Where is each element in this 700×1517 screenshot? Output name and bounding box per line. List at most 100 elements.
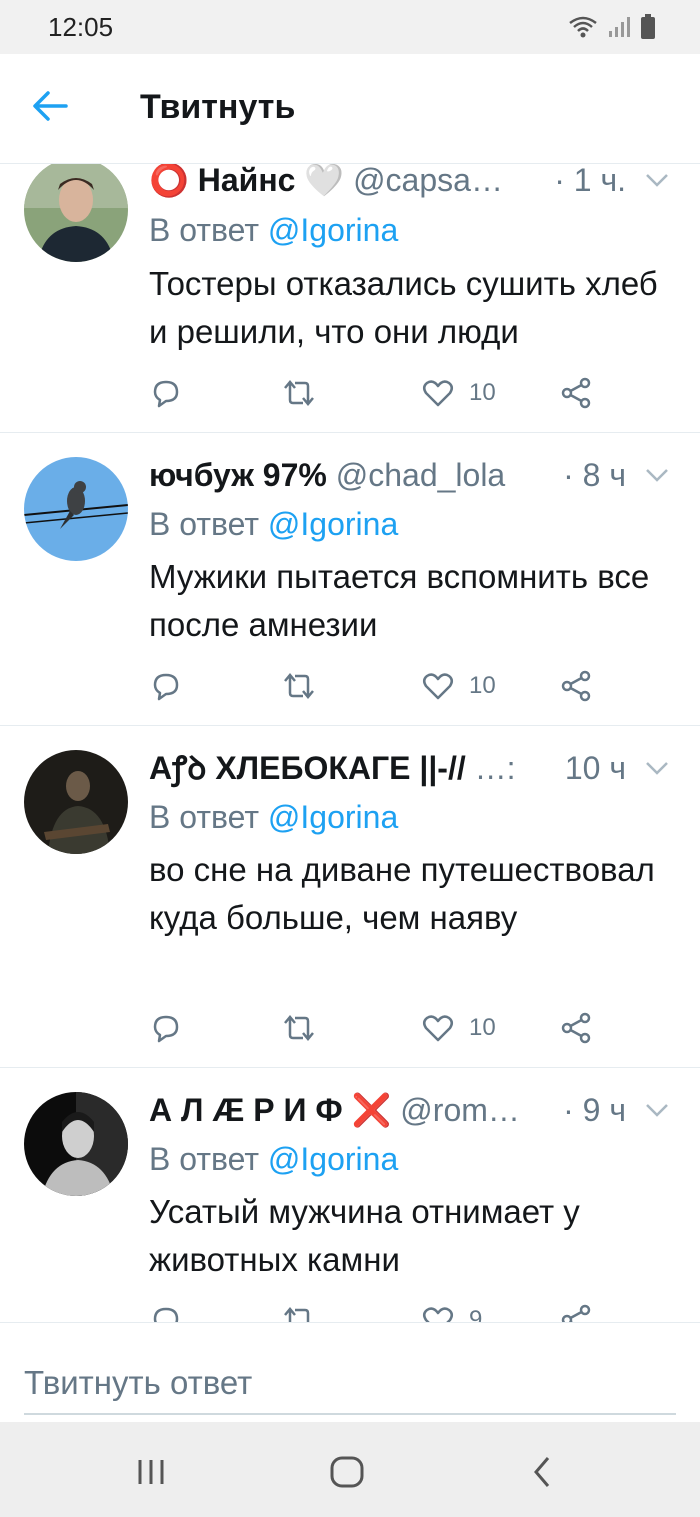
like-count: 10 bbox=[469, 1014, 496, 1041]
tweet-menu-button[interactable] bbox=[642, 455, 672, 495]
reply-context: В ответ @Igorina bbox=[149, 504, 398, 544]
reply-icon bbox=[153, 1307, 179, 1322]
recent-apps-icon bbox=[138, 1460, 164, 1484]
battery-icon bbox=[640, 14, 656, 45]
reply-mention-link[interactable]: @Igorina bbox=[268, 799, 398, 835]
reply-input[interactable] bbox=[24, 1353, 676, 1415]
like-icon bbox=[423, 380, 453, 407]
avatar[interactable] bbox=[24, 750, 128, 854]
reply-context: В ответ @Igorina bbox=[149, 210, 398, 250]
tweet-time: · 8 ч bbox=[559, 455, 626, 495]
author-handle[interactable]: @rom… bbox=[400, 1092, 520, 1128]
reply-button[interactable] bbox=[149, 1008, 183, 1048]
tweet-text: Усатый мужчина отнимает у животных камни bbox=[149, 1193, 580, 1278]
tweet-actions: 10 bbox=[149, 373, 609, 413]
reply-button[interactable] bbox=[149, 1300, 183, 1322]
tweet-time: · 9 ч bbox=[559, 1090, 626, 1130]
reply-prefix: В ответ bbox=[149, 212, 260, 248]
like-button[interactable]: 10 bbox=[421, 1008, 496, 1048]
share-icon bbox=[561, 670, 591, 702]
status-bar: 12:05 bbox=[0, 0, 700, 54]
retweet-icon bbox=[284, 673, 314, 699]
tweet[interactable]: Aꝭꝺ ХЛЕБОКАГЕ ||-// …: 10 ч В ответ @Igo… bbox=[0, 726, 700, 1068]
reply-mention-link[interactable]: @Igorina bbox=[268, 506, 398, 542]
tweet-menu-button[interactable] bbox=[642, 1090, 672, 1130]
signal-icon bbox=[608, 15, 630, 44]
like-button[interactable]: 9 bbox=[421, 1300, 482, 1322]
author-name[interactable]: А Л Æ Р И Ф ❌ bbox=[149, 1092, 391, 1128]
tweet[interactable]: ючбуж 97% @chad_lola · 8 ч В ответ @Igor… bbox=[0, 433, 700, 726]
home-button[interactable] bbox=[324, 1452, 374, 1492]
like-button[interactable]: 10 bbox=[421, 666, 496, 706]
status-time: 12:05 bbox=[48, 12, 114, 42]
page-title: Твитнуть bbox=[140, 88, 296, 126]
tweet[interactable]: А Л Æ Р И Ф ❌ @rom… · 9 ч В ответ @Igori… bbox=[0, 1068, 700, 1322]
retweet-icon bbox=[284, 1015, 314, 1041]
avatar[interactable] bbox=[24, 1092, 128, 1196]
wifi-icon bbox=[568, 15, 598, 44]
chevron-down-icon bbox=[646, 762, 668, 775]
chevron-down-icon bbox=[646, 469, 668, 482]
tweet[interactable]: ⭕ Найнс 🤍 @capsa… · 1 ч. В ответ @Igorin… bbox=[0, 164, 700, 433]
like-count: 10 bbox=[469, 672, 496, 699]
reply-prefix: В ответ bbox=[149, 1141, 260, 1177]
share-icon bbox=[561, 377, 591, 409]
reply-icon bbox=[153, 1015, 179, 1043]
author-handle[interactable]: …: bbox=[475, 750, 516, 786]
nav-back-button[interactable] bbox=[520, 1452, 570, 1492]
back-arrow-icon bbox=[30, 91, 70, 130]
tweet-text: Мужики пытается вспомнить все после амне… bbox=[149, 558, 650, 643]
reply-button[interactable] bbox=[149, 666, 183, 706]
system-navigation-bar bbox=[0, 1422, 700, 1517]
avatar[interactable] bbox=[24, 164, 128, 262]
chevron-down-icon bbox=[646, 1104, 668, 1117]
retweet-icon bbox=[284, 1307, 310, 1322]
author-handle[interactable]: @chad_lola bbox=[336, 457, 505, 493]
tweet-actions: 10 bbox=[149, 1008, 609, 1048]
share-button[interactable] bbox=[559, 666, 593, 706]
share-icon bbox=[561, 1304, 591, 1322]
like-icon bbox=[423, 1015, 453, 1042]
share-button[interactable] bbox=[559, 373, 593, 413]
tweet-text: во сне на диване путешествовал куда боль… bbox=[149, 851, 655, 936]
reply-mention-link[interactable]: @Igorina bbox=[268, 212, 398, 248]
like-icon bbox=[423, 1307, 453, 1322]
nav-back-icon bbox=[534, 1457, 550, 1487]
share-button[interactable] bbox=[559, 1008, 593, 1048]
tweet-menu-button[interactable] bbox=[642, 748, 672, 788]
like-count: 10 bbox=[469, 379, 496, 406]
author-handle[interactable]: @capsa… bbox=[353, 164, 503, 198]
avatar[interactable] bbox=[24, 457, 128, 561]
retweet-icon bbox=[284, 380, 314, 406]
reply-composer bbox=[0, 1322, 700, 1422]
reply-prefix: В ответ bbox=[149, 799, 260, 835]
author-name[interactable]: Aꝭꝺ ХЛЕБОКАГЕ ||-// bbox=[149, 750, 466, 786]
retweet-button[interactable] bbox=[279, 666, 319, 706]
author-name[interactable]: ючбуж 97% bbox=[149, 457, 327, 493]
like-icon bbox=[423, 673, 453, 700]
reply-button[interactable] bbox=[149, 373, 183, 413]
status-icons bbox=[568, 14, 656, 45]
reply-prefix: В ответ bbox=[149, 506, 260, 542]
author-name[interactable]: ⭕ Найнс 🤍 bbox=[149, 164, 344, 198]
tweet-time: 10 ч bbox=[560, 748, 626, 788]
back-button[interactable] bbox=[30, 86, 80, 132]
tweet-actions: 9 bbox=[149, 1300, 609, 1322]
tweet-menu-button[interactable] bbox=[642, 164, 672, 200]
like-count: 9 bbox=[469, 1306, 483, 1322]
tweet-time: · 1 ч. bbox=[550, 164, 626, 200]
share-button[interactable] bbox=[559, 1300, 593, 1322]
replies-feed[interactable]: ⭕ Найнс 🤍 @capsa… · 1 ч. В ответ @Igorin… bbox=[0, 164, 700, 1322]
recent-apps-button[interactable] bbox=[128, 1452, 178, 1492]
tweet-text: Тостеры отказались сушить хлеб и решили,… bbox=[149, 265, 658, 350]
reply-context: В ответ @Igorina bbox=[149, 797, 398, 837]
retweet-button[interactable] bbox=[279, 1008, 319, 1048]
reply-context: В ответ @Igorina bbox=[149, 1139, 398, 1179]
home-icon bbox=[330, 1456, 364, 1488]
like-button[interactable]: 10 bbox=[421, 373, 496, 413]
retweet-button[interactable] bbox=[279, 1300, 319, 1322]
reply-mention-link[interactable]: @Igorina bbox=[268, 1141, 398, 1177]
retweet-button[interactable] bbox=[279, 373, 319, 413]
tweet-actions: 10 bbox=[149, 666, 609, 706]
reply-icon bbox=[153, 380, 179, 408]
